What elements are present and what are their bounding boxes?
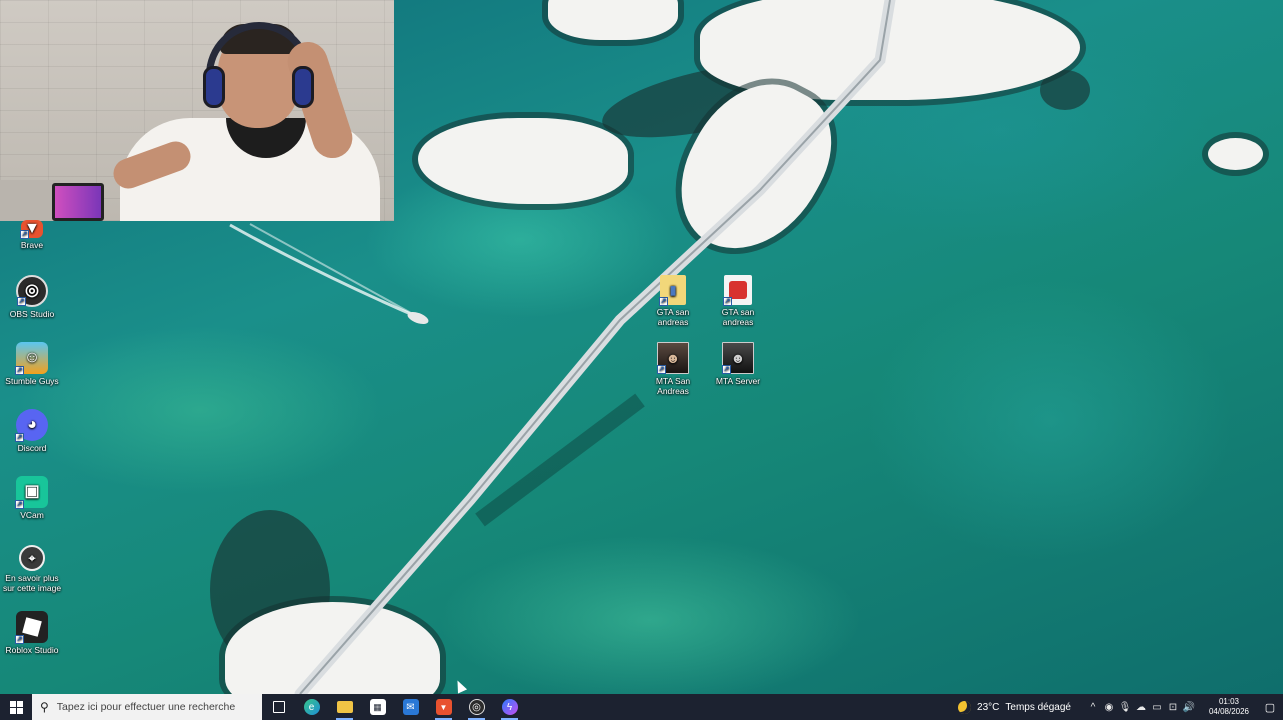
webcam-headphone-right [292, 66, 314, 108]
desktop-icon-label: MTA San Andreas [655, 376, 691, 396]
search-placeholder: Tapez ici pour effectuer une recherche [56, 701, 236, 713]
desktop-icon-spotlight[interactable]: ⌖ En savoir plus sur cette image [0, 545, 64, 593]
desktop-icon-label: VCam [20, 510, 44, 520]
edge-icon: e [303, 699, 320, 715]
chevron-up-icon[interactable]: ^ [1085, 694, 1101, 720]
webcam-desk [0, 180, 60, 221]
microphone-icon[interactable]: 🎙 [1117, 694, 1133, 720]
clock-time: 01:03 [1218, 697, 1240, 706]
windows-logo-icon [9, 700, 23, 714]
weather-temp: 23°C [977, 701, 1000, 713]
desktop-icon-mta-san-andreas[interactable]: ☻ ↗ MTA San Andreas [641, 342, 705, 396]
notification-center-button[interactable]: ▢ [1257, 694, 1283, 720]
messenger-icon: ϟ [501, 699, 518, 715]
desktop-icon-label: Roblox Studio [5, 645, 59, 655]
moon-icon [958, 700, 972, 714]
webcam-headphone-left [203, 66, 225, 108]
folder-document-icon: ▮ ↗ [659, 275, 686, 306]
desktop-icon-roblox-studio[interactable]: ↗ Roblox Studio [0, 611, 64, 655]
network-icon[interactable]: ⊡ [1165, 694, 1181, 720]
mta-icon: ☻ ↗ [657, 342, 689, 374]
taskbar-search[interactable]: ⚲ Tapez ici pour effectuer une recherche [32, 694, 262, 720]
taskbar-clock[interactable]: 01:03 04/08/2026 [1201, 697, 1257, 717]
desktop-icon-label: GTA san andreas [656, 307, 690, 327]
webcam-overlay [0, 0, 394, 221]
task-view-icon [272, 701, 285, 713]
task-view-button[interactable] [262, 694, 295, 720]
desktop-icon-label: GTA san andreas [721, 307, 755, 327]
desktop-icon-label: Brave [20, 240, 44, 250]
taskbar-obs[interactable]: ◎ [460, 694, 493, 720]
desktop-icon-mta-server[interactable]: ☻ ↗ MTA Server [706, 342, 770, 386]
weather-widget[interactable]: 23°C Temps dégagé [958, 700, 1071, 714]
display-icon[interactable]: ▭ [1149, 694, 1165, 720]
taskbar-mail[interactable]: ✉ [394, 694, 427, 720]
vcam-icon: ▣ ↗ [15, 476, 48, 509]
clock-date: 04/08/2026 [1208, 707, 1250, 716]
desktop-icon-label: En savoir plus sur cette image [2, 573, 62, 593]
gta-sa-icon: ↗ [723, 275, 752, 306]
desktop-icon-gta-san-andreas[interactable]: ↗ GTA san andreas [706, 275, 770, 327]
taskbar-file-explorer[interactable] [328, 694, 361, 720]
brave-icon: ▼ ↗ [20, 220, 43, 239]
desktop-icon-label: Stumble Guys [5, 376, 59, 386]
taskbar-edge[interactable]: e [295, 694, 328, 720]
desktop-icon-stumble-guys[interactable]: ☺ ↗ Stumble Guys [0, 342, 64, 386]
taskbar-messenger[interactable]: ϟ [493, 694, 526, 720]
taskbar-brave[interactable]: ▼ [427, 694, 460, 720]
desktop-icon-vcam[interactable]: ▣ ↗ VCam [0, 476, 64, 520]
taskbar-microsoft-store[interactable]: ▦ [361, 694, 394, 720]
desktop-icon-discord[interactable]: ◕ ↗ Discord [0, 409, 64, 453]
taskbar: ⚲ Tapez ici pour effectuer une recherche… [0, 694, 1283, 720]
desktop-icon-brave[interactable]: ▼ ↗ Brave [0, 220, 64, 250]
search-icon: ⚲ [40, 700, 49, 714]
volume-icon[interactable]: 🔊 [1181, 694, 1197, 720]
onedrive-icon[interactable]: ☁ [1133, 694, 1149, 720]
desktop-icon-gta-san-andreas-folder[interactable]: ▮ ↗ GTA san andreas [641, 275, 705, 327]
desktop-icon-label: OBS Studio [9, 309, 55, 319]
brave-icon: ▼ [435, 699, 452, 715]
desktop-icon-obs[interactable]: ◎ ↗ OBS Studio [0, 275, 64, 319]
microsoft-store-icon: ▦ [369, 699, 386, 715]
file-explorer-icon [336, 701, 353, 713]
discord-icon: ◕ ↗ [15, 409, 48, 442]
start-button[interactable] [0, 694, 32, 720]
notification-icon: ▢ [1264, 701, 1276, 714]
stumble-guys-icon: ☺ ↗ [15, 342, 48, 375]
mail-icon: ✉ [402, 699, 419, 715]
weather-condition: Temps dégagé [1005, 701, 1071, 713]
webcam-tray-icon[interactable]: ◉ [1101, 694, 1117, 720]
roblox-studio-icon: ↗ [15, 611, 48, 644]
desktop-icon-label: MTA Server [715, 376, 761, 386]
mta-server-icon: ☻ ↗ [722, 342, 754, 374]
webcam-monitor [52, 183, 104, 221]
spotlight-icon: ⌖ [19, 545, 45, 571]
system-tray: 23°C Temps dégagé ^ ◉ 🎙 ☁ ▭ ⊡ 🔊 01:03 04… [958, 694, 1283, 720]
obs-icon: ◎ ↗ [16, 275, 48, 307]
obs-icon: ◎ [468, 699, 485, 715]
desktop-icon-label: Discord [17, 443, 47, 453]
